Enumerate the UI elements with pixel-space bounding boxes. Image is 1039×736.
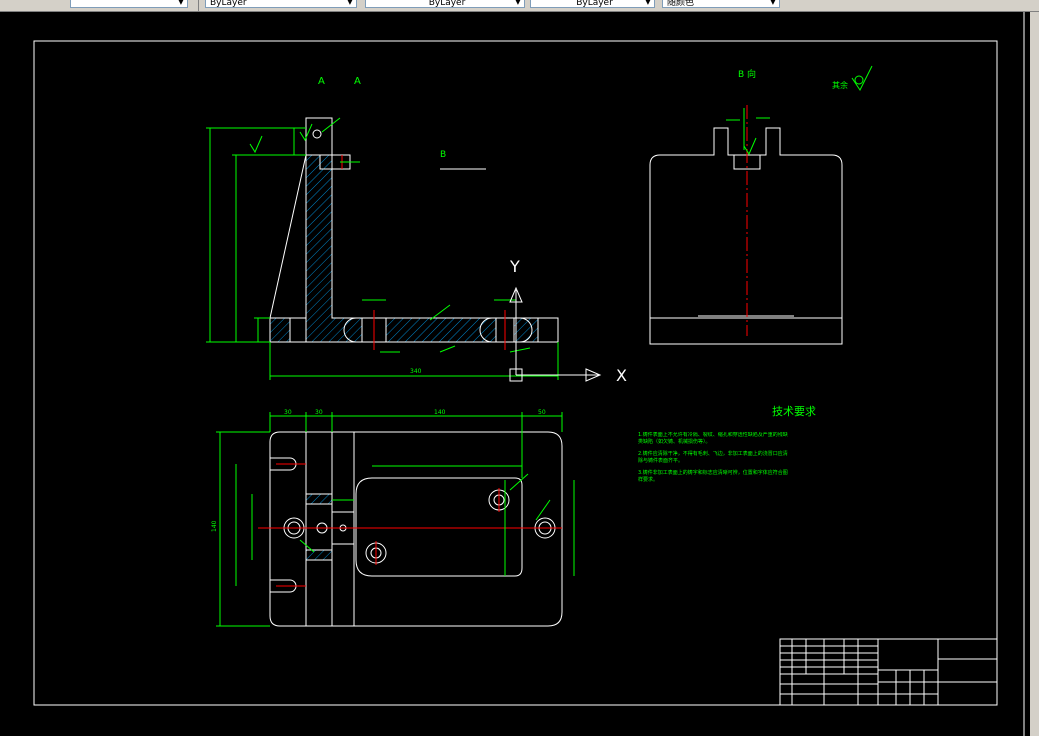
plan-dim-text: 50 (538, 409, 546, 416)
drawing-canvas[interactable]: A A 340 B Y X B 向 其余 30 30 140 50 140 技术… (0, 12, 1030, 736)
dim-text-width: 340 (410, 368, 422, 375)
tech-req-item-1: 1.铸件表面上不允许有冷隔、裂纹、缩孔和穿透性缺陷及严重的残缺类缺陷（如欠铸、机… (638, 432, 788, 445)
vertical-scrollbar[interactable] (1030, 12, 1039, 736)
chevron-down-icon: ▼ (515, 0, 521, 6)
front-section-view: A A 340 B Y X (206, 76, 627, 385)
lineweight-control-value: ByLayer (576, 0, 613, 8)
chevron-down-icon: ▼ (347, 0, 353, 6)
side-view-b: B 向 其余 (649, 65, 873, 345)
linetype-control-dropdown[interactable]: ByLayer ▼ (365, 0, 525, 8)
top-boss (305, 117, 333, 156)
plotstyle-control-dropdown[interactable]: 随颜色 ▼ (662, 0, 780, 8)
rib-edge (269, 154, 307, 319)
other-roughness-label: 其余 (832, 80, 848, 90)
bracket-section (269, 154, 559, 343)
base-hole-left (289, 317, 307, 343)
base-end (537, 317, 559, 343)
leader (535, 499, 551, 521)
plan-pin-top (305, 493, 333, 505)
plan-dim-text: 30 (315, 409, 323, 416)
side-view-outline (649, 127, 843, 345)
text-style-dropdown[interactable]: ▼ (70, 0, 188, 8)
section-label-a-left: A (318, 76, 325, 87)
ucs-x-label: X (616, 366, 627, 385)
view-b-arrow-label: B (440, 150, 446, 160)
ucs-y-label: Y (509, 257, 520, 276)
leader (509, 473, 529, 491)
title-block (779, 638, 998, 706)
roughness-circle (854, 75, 864, 85)
roughness-symbol (743, 137, 757, 156)
linetype-control-value: ByLayer (428, 0, 466, 8)
lineweight-control-dropdown[interactable]: ByLayer ▼ (530, 0, 655, 8)
toolbar-separator (198, 0, 199, 11)
technical-requirements: 技术要求 1.铸件表面上不允许有冷隔、裂纹、缩孔和穿透性缺陷及严重的残缺类缺陷（… (638, 405, 816, 483)
color-control-dropdown[interactable]: ByLayer ▼ (205, 0, 357, 8)
plan-dim-text: 30 (284, 409, 292, 416)
tech-req-item-2: 2.铸件应清除干净，不得有毛刺、飞边，非加工表面上的浇冒口应清除与铸件表面齐平。 (638, 451, 788, 464)
roughness-symbol (249, 135, 263, 154)
view-b-title: B 向 (738, 68, 756, 80)
properties-toolbar: ▼ ByLayer ▼ ByLayer ▼ ByLayer ▼ 随颜色 ▼ (0, 0, 1039, 12)
chevron-down-icon: ▼ (645, 0, 651, 6)
plan-pin-bottom (305, 549, 333, 561)
tech-req-title: 技术要求 (772, 405, 816, 418)
section-label-a-right: A (354, 76, 361, 87)
plan-dim-text: 140 (211, 520, 218, 532)
plan-dim-text: 140 (434, 409, 446, 416)
color-control-value: ByLayer (210, 0, 247, 8)
tech-req-item-3: 3.铸件非加工表面上的铸字和标志应清晰可辨，位置和字体应符合图样要求。 (638, 470, 788, 483)
leader (509, 347, 531, 353)
tech-req-body: 1.铸件表面上不允许有冷隔、裂纹、缩孔和穿透性缺陷及严重的残缺类缺陷（如欠铸、机… (638, 432, 788, 483)
plan-view: 30 30 140 50 140 (211, 409, 575, 627)
leader (439, 345, 456, 353)
plotstyle-control-value: 随颜色 (667, 0, 695, 8)
chevron-down-icon: ▼ (770, 0, 776, 6)
chevron-down-icon: ▼ (178, 0, 184, 6)
plan-outline (269, 431, 563, 627)
